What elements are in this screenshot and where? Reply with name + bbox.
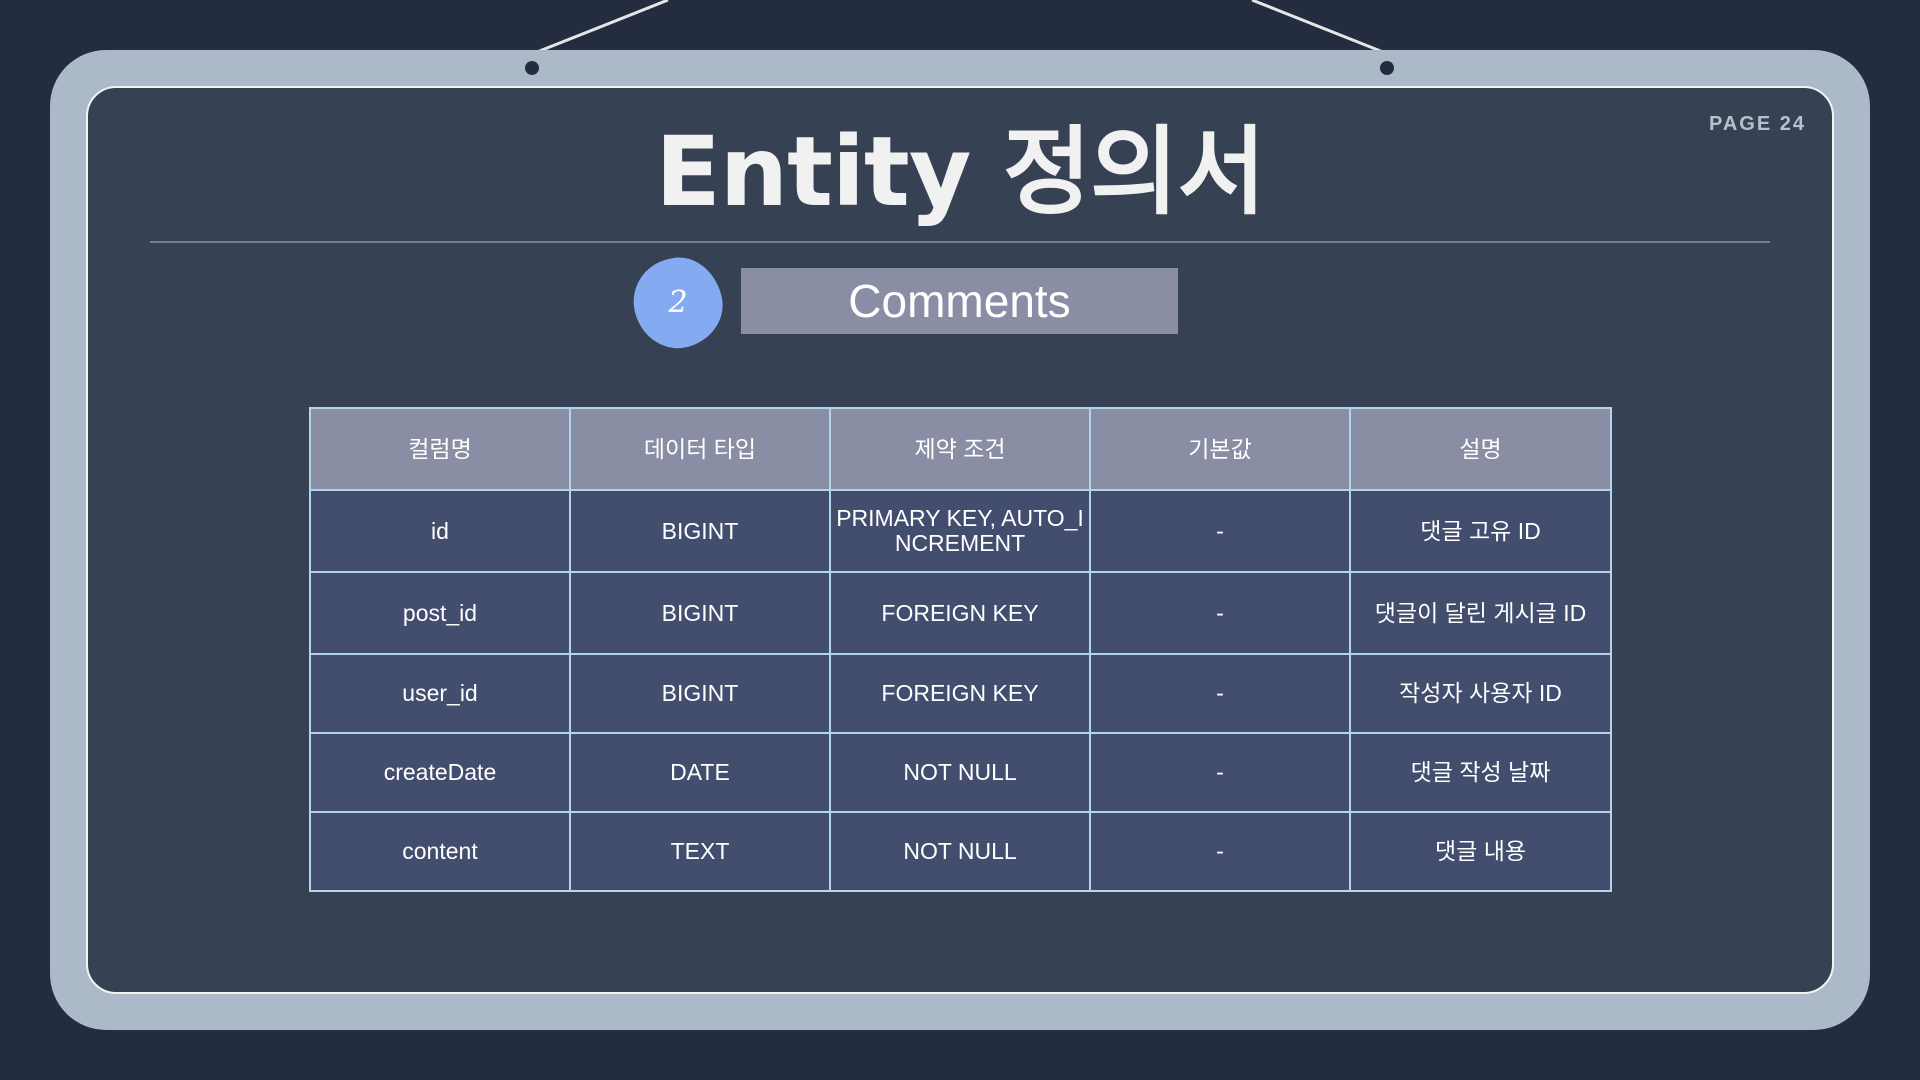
section-number: 2 bbox=[668, 285, 688, 320]
cell-default: - bbox=[1089, 653, 1351, 734]
column-header-description: 설명 bbox=[1349, 407, 1612, 491]
cell-description: 작성자 사용자 ID bbox=[1349, 653, 1612, 734]
entity-table: 컬럼명 데이터 타입 제약 조건 기본값 설명 id BIGINT PRIMAR… bbox=[309, 407, 1612, 892]
cell-default: - bbox=[1089, 489, 1351, 573]
cell-column-name: id bbox=[309, 489, 571, 573]
cell-default: - bbox=[1089, 811, 1351, 892]
table-row: content TEXT NOT NULL - 댓글 내용 bbox=[309, 811, 1612, 892]
cell-column-name: user_id bbox=[309, 653, 571, 734]
cell-constraint: NOT NULL bbox=[829, 811, 1091, 892]
column-header-constraint: 제약 조건 bbox=[829, 407, 1091, 491]
table-row: user_id BIGINT FOREIGN KEY - 작성자 사용자 ID bbox=[309, 653, 1612, 734]
cell-column-name: createDate bbox=[309, 732, 571, 813]
cell-constraint: FOREIGN KEY bbox=[829, 653, 1091, 734]
cell-constraint: FOREIGN KEY bbox=[829, 571, 1091, 655]
hanger-pin-left bbox=[525, 61, 539, 75]
cell-column-name: content bbox=[309, 811, 571, 892]
cell-description: 댓글 내용 bbox=[1349, 811, 1612, 892]
cell-description: 댓글이 달린 게시글 ID bbox=[1349, 571, 1612, 655]
cell-column-name: post_id bbox=[309, 571, 571, 655]
table-row: post_id BIGINT FOREIGN KEY - 댓글이 달린 게시글 … bbox=[309, 571, 1612, 655]
cell-description: 댓글 고유 ID bbox=[1349, 489, 1612, 573]
title-divider bbox=[150, 241, 1770, 243]
cell-data-type: BIGINT bbox=[569, 489, 831, 573]
column-header-default: 기본값 bbox=[1089, 407, 1351, 491]
cell-constraint: NOT NULL bbox=[829, 732, 1091, 813]
section-name: Comments bbox=[741, 268, 1178, 334]
cell-constraint: PRIMARY KEY, AUTO_INCREMENT bbox=[829, 489, 1091, 573]
table-header-row: 컬럼명 데이터 타입 제약 조건 기본값 설명 bbox=[309, 407, 1612, 491]
cell-default: - bbox=[1089, 732, 1351, 813]
cell-data-type: TEXT bbox=[569, 811, 831, 892]
cell-data-type: BIGINT bbox=[569, 571, 831, 655]
column-header-type: 데이터 타입 bbox=[569, 407, 831, 491]
cell-default: - bbox=[1089, 571, 1351, 655]
column-header-name: 컬럼명 bbox=[309, 407, 571, 491]
page-title: Entity 정의서 bbox=[655, 116, 1266, 228]
cell-data-type: DATE bbox=[569, 732, 831, 813]
cell-description: 댓글 작성 날짜 bbox=[1349, 732, 1612, 813]
hanger-pin-right bbox=[1380, 61, 1394, 75]
table-row: createDate DATE NOT NULL - 댓글 작성 날짜 bbox=[309, 732, 1612, 813]
table-row: id BIGINT PRIMARY KEY, AUTO_INCREMENT - … bbox=[309, 489, 1612, 573]
cell-data-type: BIGINT bbox=[569, 653, 831, 734]
